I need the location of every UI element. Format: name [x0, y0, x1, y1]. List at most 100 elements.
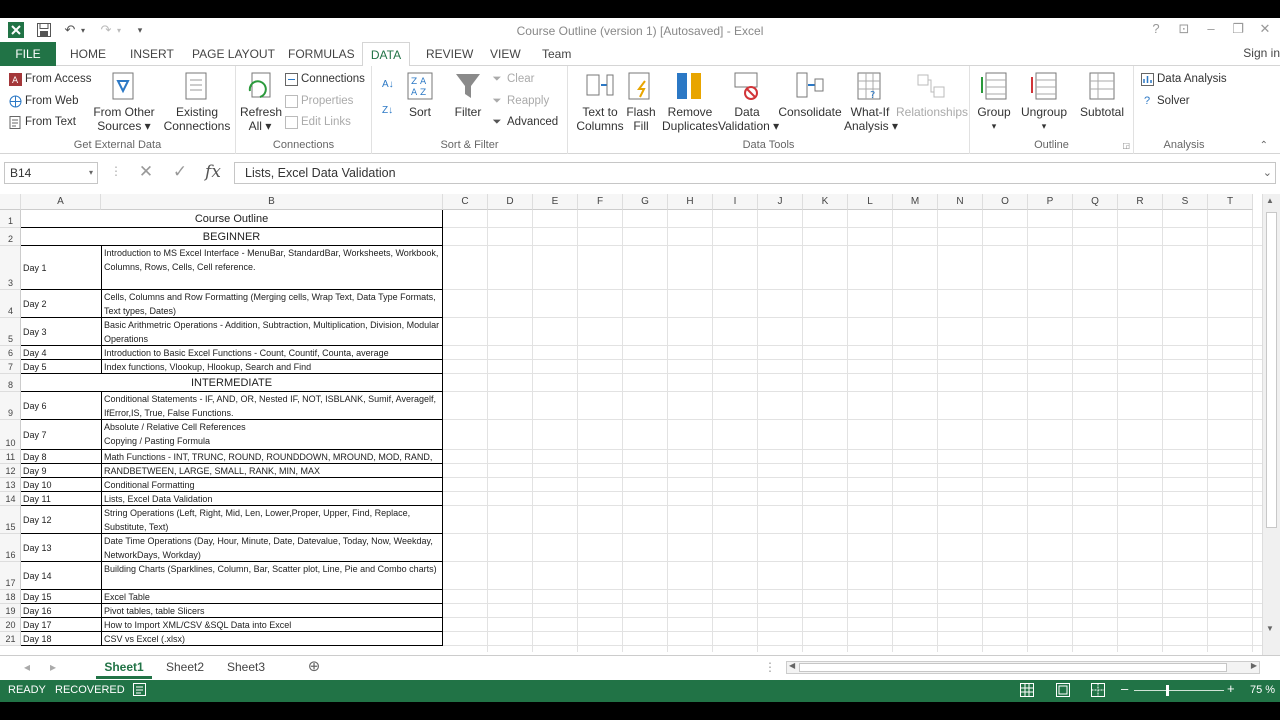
column-header-j[interactable]: J	[758, 194, 803, 210]
cell-day[interactable]: Day 9	[21, 464, 101, 478]
tab-team[interactable]: Team	[536, 42, 577, 66]
data-validation-button[interactable]: Data Validation ▾	[718, 70, 779, 133]
cell-day[interactable]: Day 15	[21, 590, 101, 604]
column-header-b[interactable]: B	[101, 194, 443, 210]
subtotal-button[interactable]: Subtotal	[1074, 70, 1130, 119]
from-web-button[interactable]: From Web	[8, 91, 78, 111]
row-header[interactable]: 17	[0, 562, 21, 590]
connections-button[interactable]: Connections	[284, 69, 365, 89]
cell-day[interactable]: Day 8	[21, 450, 101, 464]
row-header[interactable]: 19	[0, 604, 21, 618]
row-header[interactable]: 14	[0, 492, 21, 506]
cancel-icon[interactable]: ✕	[134, 162, 158, 184]
what-if-analysis-button[interactable]: ? What-If Analysis ▾	[844, 70, 898, 133]
enter-icon[interactable]: ✓	[168, 162, 192, 184]
tab-insert[interactable]: INSERT	[124, 42, 180, 66]
group-button[interactable]: Group ▾	[974, 70, 1014, 133]
column-header-e[interactable]: E	[533, 194, 578, 210]
cell-day[interactable]: Day 1	[21, 246, 101, 290]
cell-topic[interactable]: Index functions, Vlookup, Hlookup, Searc…	[101, 360, 443, 374]
column-header-f[interactable]: F	[578, 194, 623, 210]
sheet-tab-sheet2[interactable]: Sheet2	[158, 656, 212, 679]
consolidate-button[interactable]: Consolidate	[778, 70, 842, 119]
column-header-l[interactable]: L	[848, 194, 893, 210]
column-header-k[interactable]: K	[803, 194, 848, 210]
name-box-dropdown-icon[interactable]: ▾	[89, 168, 93, 177]
row-header[interactable]: 7	[0, 360, 21, 374]
cell-topic[interactable]: Cells, Columns and Row Formatting (Mergi…	[101, 290, 443, 318]
cell-day[interactable]: Day 7	[21, 420, 101, 450]
row-header[interactable]: 8	[0, 374, 21, 392]
row-header[interactable]: 21	[0, 632, 21, 646]
cell-topic[interactable]: Conditional Statements - IF, AND, OR, Ne…	[101, 392, 443, 420]
normal-view-icon[interactable]	[1020, 683, 1034, 700]
cell-topic[interactable]: How to Import XML/CSV &SQL Data into Exc…	[101, 618, 443, 632]
cell-day[interactable]: Day 4	[21, 346, 101, 360]
filter-button[interactable]: Filter	[450, 70, 486, 119]
column-header-s[interactable]: S	[1163, 194, 1208, 210]
cell-topic[interactable]: Absolute / Relative Cell References Copy…	[101, 420, 443, 450]
column-header-h[interactable]: H	[668, 194, 713, 210]
cell-day[interactable]: Day 6	[21, 392, 101, 420]
horizontal-scrollbar[interactable]: ◀ ▶	[786, 661, 1260, 674]
zoom-out-icon[interactable]: –	[1121, 681, 1128, 696]
sort-button[interactable]: Z AA Z Sort	[404, 70, 436, 119]
column-header-a[interactable]: A	[21, 194, 101, 210]
horizontal-scroll-thumb[interactable]	[799, 663, 1227, 672]
new-sheet-icon[interactable]: ⊕	[304, 656, 324, 679]
cell-day[interactable]: Day 2	[21, 290, 101, 318]
tab-review[interactable]: REVIEW	[420, 42, 479, 66]
cell-topic[interactable]: Basic Arithmetric Operations - Addition,…	[101, 318, 443, 346]
cell-day[interactable]: Day 16	[21, 604, 101, 618]
column-header-d[interactable]: D	[488, 194, 533, 210]
collapse-ribbon-icon[interactable]: ⌃	[1260, 140, 1268, 151]
refresh-all-button[interactable]: Refresh All ▾	[240, 70, 282, 133]
row-header[interactable]: 9	[0, 392, 21, 420]
expand-formula-bar-icon[interactable]: ⌄	[1263, 166, 1272, 179]
cell-topic[interactable]: Date Time Operations (Day, Hour, Minute,…	[101, 534, 443, 562]
cell-topic[interactable]: Introduction to Basic Excel Functions - …	[101, 346, 443, 360]
row-header[interactable]: 10	[0, 420, 21, 450]
cell-day[interactable]: Day 13	[21, 534, 101, 562]
cell-day[interactable]: Day 17	[21, 618, 101, 632]
zoom-in-icon[interactable]: +	[1227, 681, 1235, 696]
column-header-t[interactable]: T	[1208, 194, 1253, 210]
row-header[interactable]: 12	[0, 464, 21, 478]
macro-record-icon[interactable]	[133, 683, 146, 699]
row-header[interactable]: 1	[0, 210, 21, 228]
sheet-next-icon[interactable]: ▸	[46, 656, 60, 679]
flash-fill-button[interactable]: Flash Fill	[624, 70, 658, 133]
scroll-left-icon[interactable]: ◀	[789, 661, 795, 670]
scroll-down-icon[interactable]: ▼	[1266, 624, 1274, 633]
row-header[interactable]: 4	[0, 290, 21, 318]
solver-button[interactable]: ? Solver	[1140, 91, 1190, 111]
cell-topic[interactable]: String Operations (Left, Right, Mid, Len…	[101, 506, 443, 534]
zoom-level[interactable]: 75 %	[1250, 684, 1275, 696]
row-header[interactable]: 5	[0, 318, 21, 346]
column-header-g[interactable]: G	[623, 194, 668, 210]
remove-duplicates-button[interactable]: Remove Duplicates	[660, 70, 720, 133]
select-all-corner[interactable]	[0, 194, 21, 210]
scroll-right-icon[interactable]: ▶	[1251, 661, 1257, 670]
tab-page-layout[interactable]: PAGE LAYOUT	[186, 42, 281, 66]
column-header-o[interactable]: O	[983, 194, 1028, 210]
cell-topic[interactable]: CSV vs Excel (.xlsx)	[101, 632, 443, 646]
column-header-i[interactable]: I	[713, 194, 758, 210]
row-header[interactable]: 11	[0, 450, 21, 464]
data-analysis-button[interactable]: Data Analysis	[1140, 69, 1227, 89]
tab-view[interactable]: VIEW	[484, 42, 527, 66]
cell-topic[interactable]: Math Functions - INT, TRUNC, ROUND, ROUN…	[101, 450, 443, 464]
row-header[interactable]: 3	[0, 246, 21, 290]
cell-day[interactable]: Day 18	[21, 632, 101, 646]
tab-split-handle-icon[interactable]: ⋮	[764, 656, 776, 679]
tab-formulas[interactable]: FORMULAS	[282, 42, 361, 66]
row-header[interactable]: 2	[0, 228, 21, 246]
from-text-button[interactable]: From Text	[8, 112, 76, 132]
cell-topic[interactable]: Lists, Excel Data Validation	[101, 492, 443, 506]
cell-day[interactable]: Day 14	[21, 562, 101, 590]
column-header-p[interactable]: P	[1028, 194, 1073, 210]
zoom-slider[interactable]	[1134, 690, 1224, 691]
row-header[interactable]: 15	[0, 506, 21, 534]
text-to-columns-button[interactable]: Text to Columns	[572, 70, 628, 133]
row-header[interactable]: 6	[0, 346, 21, 360]
